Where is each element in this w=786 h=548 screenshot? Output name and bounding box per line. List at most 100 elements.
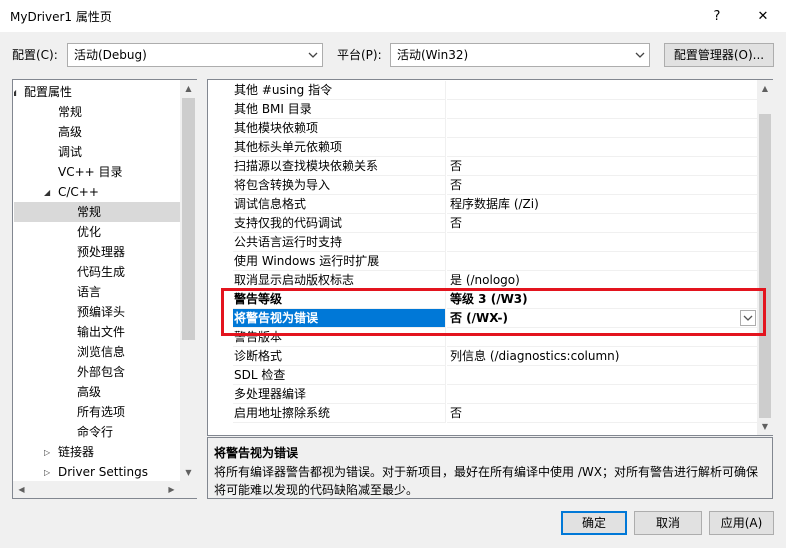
- collapsed-arrow-icon[interactable]: ▷: [44, 443, 50, 463]
- tree-item[interactable]: 语言: [14, 282, 180, 302]
- scroll-thumb[interactable]: [759, 114, 771, 418]
- property-row[interactable]: 其他 #using 指令: [233, 81, 758, 100]
- tree-item-label: 配置属性: [24, 85, 73, 99]
- close-button[interactable]: ✕: [740, 0, 786, 32]
- tree-item-label: 链接器: [58, 445, 95, 459]
- tree-item[interactable]: 所有选项: [14, 402, 180, 422]
- tree-item[interactable]: ◢ C/C++: [14, 182, 180, 202]
- tree-item[interactable]: ◢ 配置属性: [14, 82, 180, 102]
- property-row[interactable]: 调试信息格式 程序数据库 (/Zi): [233, 195, 758, 214]
- platform-value: 活动(Win32): [397, 48, 469, 62]
- tree-item[interactable]: 优化: [14, 222, 180, 242]
- property-row[interactable]: 其他模块依赖项: [233, 119, 758, 138]
- tree-item[interactable]: ▷ 链接器: [14, 442, 180, 462]
- property-vertical-scrollbar[interactable]: ▲ ▼: [757, 80, 773, 435]
- scroll-down-icon[interactable]: ▼: [180, 464, 197, 481]
- property-value: 否: [447, 404, 758, 423]
- expanded-arrow-icon[interactable]: ◢: [44, 183, 50, 203]
- expanded-arrow-icon[interactable]: ◢: [14, 83, 16, 103]
- tree-item-label: 优化: [77, 225, 102, 239]
- property-value: 否: [447, 176, 758, 195]
- title-bar: MyDriver1 属性页 ? ✕: [0, 0, 786, 32]
- property-name: 多处理器编译: [233, 385, 446, 404]
- scroll-up-icon[interactable]: ▲: [757, 80, 773, 97]
- platform-select[interactable]: 活动(Win32): [390, 43, 650, 67]
- property-row[interactable]: 支持仅我的代码调试否: [233, 214, 758, 233]
- tree-horizontal-scrollbar[interactable]: ◀ ▶: [13, 481, 197, 498]
- config-select[interactable]: 活动(Debug): [67, 43, 323, 67]
- property-name: 其他 BMI 目录: [233, 100, 446, 119]
- description-line-2: 将可能难以发现的代码缺陷减至最少。: [214, 483, 419, 497]
- window-title: MyDriver1 属性页: [10, 10, 112, 24]
- property-row[interactable]: 诊断格式 列信息 (/diagnostics:column): [233, 347, 758, 366]
- tree-item[interactable]: 预编译头: [14, 302, 180, 322]
- scroll-right-icon[interactable]: ▶: [163, 481, 180, 498]
- property-value: 否: [447, 214, 758, 233]
- property-row[interactable]: 使用 Windows 运行时扩展: [233, 252, 758, 271]
- property-value-text: 否: [450, 178, 463, 192]
- tree-item[interactable]: 高级: [14, 382, 180, 402]
- category-tree[interactable]: ◢配置属性常规高级调试VC++ 目录◢C/C++常规优化预处理器代码生成语言预编…: [12, 79, 197, 499]
- property-value-text: 否: [450, 406, 463, 420]
- property-rows: 其他 #using 指令 其他 BMI 目录 其他模块依赖项 其他标头单元依赖项 扫描源…: [208, 81, 758, 435]
- property-value-text: 列信息 (/diagnostics:column): [450, 349, 620, 363]
- tree-item-label: 常规: [77, 205, 102, 219]
- property-value: [447, 252, 758, 271]
- tree-item[interactable]: 常规: [14, 202, 180, 222]
- cancel-button[interactable]: 取消: [634, 511, 702, 535]
- collapsed-arrow-icon[interactable]: ▷: [44, 463, 50, 481]
- help-button[interactable]: ?: [694, 0, 740, 32]
- property-row[interactable]: 其他标头单元依赖项: [233, 138, 758, 157]
- tree-item-label: 高级: [58, 125, 83, 139]
- tree-item[interactable]: 输出文件: [14, 322, 180, 342]
- tree-item-label: 浏览信息: [77, 345, 126, 359]
- tree-item[interactable]: 预处理器: [14, 242, 180, 262]
- ok-button[interactable]: 确定: [561, 511, 627, 535]
- property-row[interactable]: 启用地址擦除系统否: [233, 404, 758, 423]
- config-value: 活动(Debug): [74, 48, 147, 62]
- tree-item[interactable]: 浏览信息: [14, 342, 180, 362]
- tree-item[interactable]: 调试: [14, 142, 180, 162]
- tree-item-label: 调试: [58, 145, 83, 159]
- tree-item[interactable]: 命令行: [14, 422, 180, 442]
- scroll-left-icon[interactable]: ◀: [13, 481, 30, 498]
- tree-item[interactable]: 代码生成: [14, 262, 180, 282]
- property-name: 启用地址擦除系统: [233, 404, 446, 423]
- property-value: [447, 138, 758, 157]
- config-manager-button[interactable]: 配置管理器(O)...: [664, 43, 774, 67]
- property-value-text: 是 (/nologo): [450, 273, 520, 287]
- property-value-text: 否: [450, 159, 463, 173]
- description-panel: 将警告视为错误 将所有编译器警告都视为错误。对于新项目，最好在所有编译中使用 /…: [207, 437, 773, 499]
- property-value: [447, 100, 758, 119]
- property-row[interactable]: 扫描源以查找模块依赖关系否: [233, 157, 758, 176]
- tree-item[interactable]: 高级: [14, 122, 180, 142]
- config-label: 配置(C):: [12, 48, 58, 62]
- property-name: 扫描源以查找模块依赖关系: [233, 157, 446, 176]
- scroll-thumb[interactable]: [182, 98, 195, 340]
- tree-item[interactable]: VC++ 目录: [14, 162, 180, 182]
- property-row[interactable]: 其他 BMI 目录: [233, 100, 758, 119]
- tree-item[interactable]: 常规: [14, 102, 180, 122]
- property-name: 其他标头单元依赖项: [233, 138, 446, 157]
- description-line-1: 将所有编译器警告都视为错误。对于新项目，最好在所有编译中使用 /WX；对所有警告…: [214, 465, 758, 479]
- tree-item-label: 输出文件: [77, 325, 126, 339]
- tree-item[interactable]: ▷ Driver Settings: [14, 462, 180, 481]
- apply-button[interactable]: 应用(A): [709, 511, 774, 535]
- tree-item[interactable]: 外部包含: [14, 362, 180, 382]
- description-title: 将警告视为错误: [214, 446, 299, 460]
- highlight-box: [221, 288, 766, 336]
- close-icon: ✕: [757, 8, 769, 24]
- property-row[interactable]: 将包含转换为导入否: [233, 176, 758, 195]
- chevron-down-icon: [308, 52, 318, 58]
- property-row[interactable]: 多处理器编译: [233, 385, 758, 404]
- property-grid[interactable]: 其他 #using 指令 其他 BMI 目录 其他模块依赖项 其他标头单元依赖项 扫描源…: [207, 79, 773, 436]
- property-value-text: 否: [450, 216, 463, 230]
- tree-vertical-scrollbar[interactable]: ▲ ▼: [180, 80, 197, 481]
- tree-item-label: 常规: [58, 105, 83, 119]
- property-row[interactable]: 公共语言运行时支持: [233, 233, 758, 252]
- tree-item-label: VC++ 目录: [58, 165, 123, 179]
- tree-list: ◢配置属性常规高级调试VC++ 目录◢C/C++常规优化预处理器代码生成语言预编…: [14, 81, 180, 481]
- property-row[interactable]: SDL 检查: [233, 366, 758, 385]
- scroll-up-icon[interactable]: ▲: [180, 80, 197, 97]
- scroll-down-icon[interactable]: ▼: [757, 418, 773, 435]
